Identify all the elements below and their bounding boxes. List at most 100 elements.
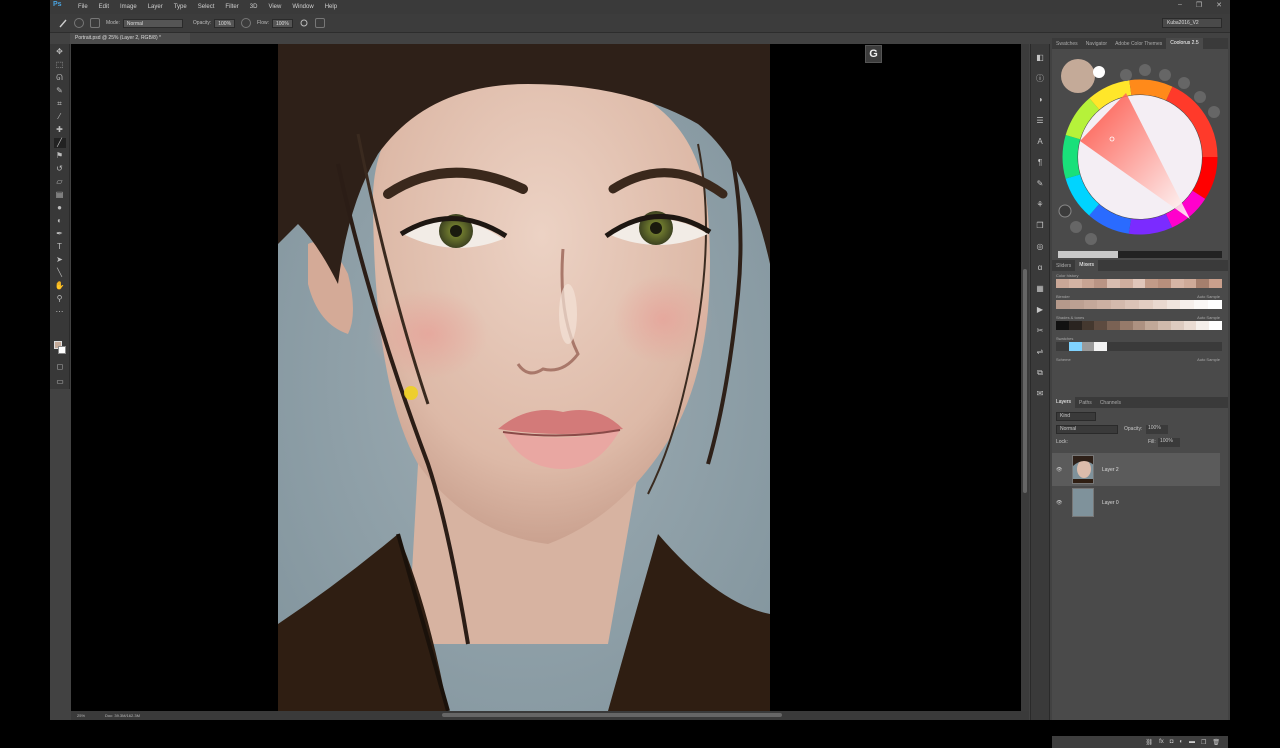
styles-dock-icon[interactable]: ◎ <box>1035 242 1045 252</box>
color-swatch[interactable] <box>1125 300 1139 309</box>
color-swatch[interactable] <box>1158 321 1171 330</box>
tab-coolorus[interactable]: Coolorus 2.5 <box>1166 38 1203 49</box>
vertical-scroll-thumb[interactable] <box>1023 269 1027 493</box>
swatches-row[interactable] <box>1056 342 1222 351</box>
tab-paths[interactable]: Paths <box>1075 400 1096 406</box>
fx-icon[interactable]: fx <box>1159 739 1164 745</box>
crop-tool-icon[interactable]: ⌗ <box>54 99 66 109</box>
properties-dock-icon[interactable]: ☰ <box>1035 116 1045 126</box>
shades-auto-sample[interactable]: Auto Sample <box>1197 315 1220 320</box>
color-swatch[interactable] <box>1170 321 1184 330</box>
adjustment-icon[interactable]: ◐ <box>1179 739 1183 745</box>
blender-auto-sample[interactable]: Auto Sample <box>1197 294 1220 299</box>
more-tools-icon[interactable]: ⋯ <box>54 307 66 317</box>
brush-tool-icon[interactable]: ╱ <box>53 138 66 148</box>
zoom-level[interactable]: 25% <box>77 713 85 718</box>
color-swatch[interactable] <box>1158 279 1171 288</box>
color-swatch[interactable] <box>1183 321 1197 330</box>
brush-dock-icon[interactable]: ✎ <box>1035 179 1045 189</box>
pressure-size-icon[interactable] <box>314 18 325 28</box>
layer-comps-dock-icon[interactable]: ⧉ <box>1035 368 1045 378</box>
color-swatch[interactable] <box>1145 342 1159 351</box>
background-color-swatch[interactable] <box>58 346 66 354</box>
tab-mixers[interactable]: Mixers <box>1075 260 1099 271</box>
screen-mode-icon[interactable]: ▭ <box>54 377 66 387</box>
color-swatch[interactable] <box>1170 342 1184 351</box>
actions-dock-icon[interactable]: ▶ <box>1035 305 1045 315</box>
color-swatch[interactable] <box>1069 300 1084 309</box>
blender-row[interactable] <box>1056 300 1222 309</box>
menu-edit[interactable]: Edit <box>99 4 109 10</box>
clone-stamp-icon[interactable]: ⚑ <box>54 151 66 161</box>
wheel-mode-button-1[interactable] <box>1120 69 1132 81</box>
character-dock-icon[interactable]: A <box>1035 137 1045 147</box>
color-swatch[interactable] <box>1068 321 1082 330</box>
color-swatch[interactable] <box>1166 300 1181 309</box>
history-dock-icon[interactable]: ▦ <box>1035 284 1045 294</box>
brush-panel-toggle-icon[interactable] <box>90 18 100 28</box>
color-swatch[interactable] <box>1132 321 1146 330</box>
link-icon[interactable]: ⛓ <box>1145 739 1153 746</box>
menu-3d[interactable]: 3D <box>250 4 258 10</box>
pen-tool-icon[interactable]: ✒ <box>54 229 66 239</box>
zoom-tool-icon[interactable]: ⚲ <box>54 294 66 304</box>
color-swatch[interactable] <box>1180 300 1195 309</box>
tab-adobe-color-themes[interactable]: Adobe Color Themes <box>1111 41 1166 47</box>
color-swatch[interactable] <box>1081 321 1095 330</box>
color-swatch[interactable] <box>1056 321 1069 330</box>
color-swatch[interactable] <box>1145 321 1159 330</box>
color-swatch[interactable] <box>1094 321 1108 330</box>
clone-source-dock-icon[interactable]: ⚘ <box>1035 200 1045 210</box>
menu-image[interactable]: Image <box>120 4 137 10</box>
color-swatch[interactable] <box>1068 279 1082 288</box>
eraser-tool-icon[interactable]: ▱ <box>54 177 66 187</box>
paragraph-dock-icon[interactable]: ¶ <box>1035 158 1045 168</box>
wheel-mode-button-5[interactable] <box>1194 91 1206 103</box>
lasso-tool-icon[interactable]: ᘏ <box>54 73 66 83</box>
wheel-option-icon-2[interactable] <box>1085 233 1097 245</box>
dodge-tool-icon[interactable]: ◐ <box>54 216 66 226</box>
menu-help[interactable]: Help <box>325 4 337 10</box>
document-tab[interactable]: Portrait.psd @ 25% (Layer 2, RGB/8) * <box>70 33 190 44</box>
color-swatch[interactable] <box>1132 279 1146 288</box>
scheme-auto-sample[interactable]: Auto Sample <box>1197 357 1220 362</box>
shades-row[interactable] <box>1056 321 1222 330</box>
color-wheel[interactable] <box>1062 79 1218 235</box>
brush-preset-picker[interactable] <box>74 18 84 28</box>
hand-tool-icon[interactable]: ✋ <box>54 281 66 291</box>
workspace-select[interactable]: Kuba2016_V2 <box>1162 18 1222 28</box>
menu-select[interactable]: Select <box>198 4 215 10</box>
new-layer-icon[interactable]: ❐ <box>1201 739 1206 746</box>
portrait-painting[interactable] <box>278 44 770 711</box>
healing-tool-icon[interactable]: ✚ <box>54 125 66 135</box>
color-swatch[interactable] <box>1158 342 1171 351</box>
tab-swatches[interactable]: Swatches <box>1052 41 1082 47</box>
wheel-mode-button-2[interactable] <box>1139 64 1151 76</box>
tab-navigator[interactable]: Navigator <box>1082 41 1111 47</box>
color-swatch[interactable] <box>1209 342 1222 351</box>
layer-row-layer-0[interactable]: 👁 Layer 0 <box>1052 486 1220 519</box>
color-swatch[interactable] <box>1107 342 1120 351</box>
color-swatch[interactable] <box>1209 279 1222 288</box>
color-swatch[interactable] <box>1056 279 1069 288</box>
color-swatch[interactable] <box>1119 279 1133 288</box>
trash-icon[interactable]: 🗑 <box>1212 739 1220 746</box>
color-swatch[interactable] <box>1056 342 1069 351</box>
menu-filter[interactable]: Filter <box>225 4 238 10</box>
opacity-input[interactable]: 100% <box>214 18 236 28</box>
color-swatch[interactable] <box>1107 279 1120 288</box>
menu-view[interactable]: View <box>268 4 281 10</box>
color-swatch[interactable] <box>1183 342 1197 351</box>
quick-mask-icon[interactable]: ◻ <box>54 362 66 372</box>
horizontal-scroll-thumb[interactable] <box>442 713 782 717</box>
pressure-opacity-icon[interactable] <box>241 18 252 28</box>
close-button[interactable]: ✕ <box>1216 1 1222 9</box>
airbrush-icon[interactable] <box>299 18 309 28</box>
color-swatch[interactable] <box>1083 300 1098 309</box>
info-dock-icon[interactable]: ⓘ <box>1035 74 1045 84</box>
color-swatch[interactable] <box>1094 279 1108 288</box>
canvas-area[interactable] <box>71 44 1021 711</box>
minimize-button[interactable]: – <box>1178 1 1182 9</box>
type-tool-icon[interactable]: T <box>54 242 66 252</box>
layer-opacity-input[interactable]: 100% <box>1146 425 1168 434</box>
